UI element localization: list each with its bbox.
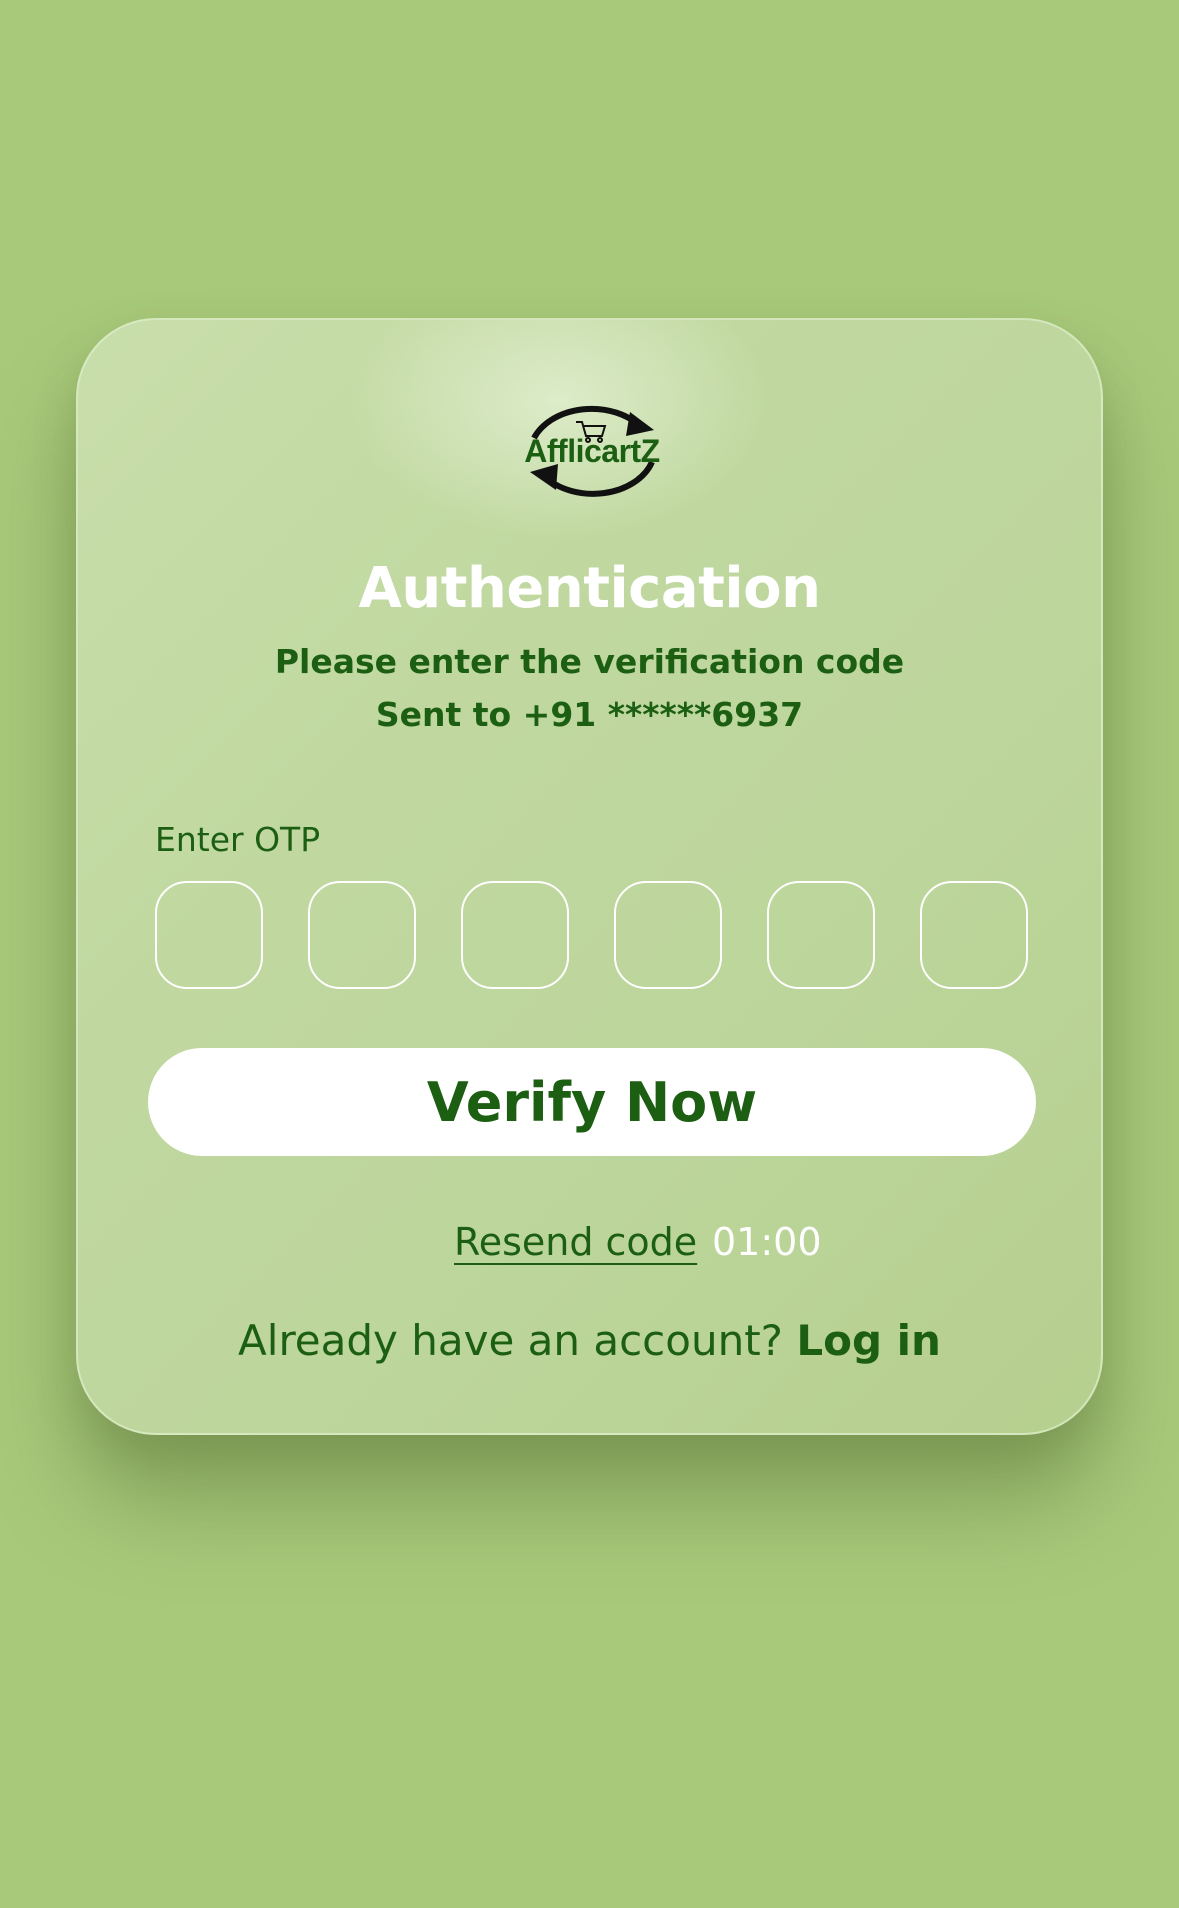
otp-digit-3[interactable] xyxy=(461,881,569,989)
login-prompt: Already have an account? Log in xyxy=(78,1316,1101,1365)
afflicartz-logo: AfflicartZ xyxy=(512,390,672,512)
otp-digit-1[interactable] xyxy=(155,881,263,989)
otp-digit-6[interactable] xyxy=(920,881,1028,989)
afflicartz-logo-graphic: AfflicartZ xyxy=(524,405,660,497)
otp-digit-2[interactable] xyxy=(308,881,416,989)
resend-timer: 01:00 xyxy=(712,1220,822,1264)
login-prompt-text: Already have an account? xyxy=(238,1316,783,1365)
resend-code-link[interactable]: Resend code xyxy=(454,1220,697,1264)
svg-text:AfflicartZ: AfflicartZ xyxy=(524,433,659,469)
otp-input-group xyxy=(155,881,1029,989)
auth-card: AfflicartZ Authentication Please enter t… xyxy=(76,318,1103,1435)
verify-now-button[interactable]: Verify Now xyxy=(148,1048,1036,1156)
instruction-text: Please enter the verification code xyxy=(274,642,905,681)
page-title: Authentication xyxy=(358,556,821,621)
otp-digit-5[interactable] xyxy=(767,881,875,989)
phone-hint-text: Sent to +91 ******6937 xyxy=(375,695,804,734)
otp-label: Enter OTP xyxy=(155,820,321,859)
otp-digit-4[interactable] xyxy=(614,881,722,989)
login-link[interactable]: Log in xyxy=(796,1316,941,1365)
